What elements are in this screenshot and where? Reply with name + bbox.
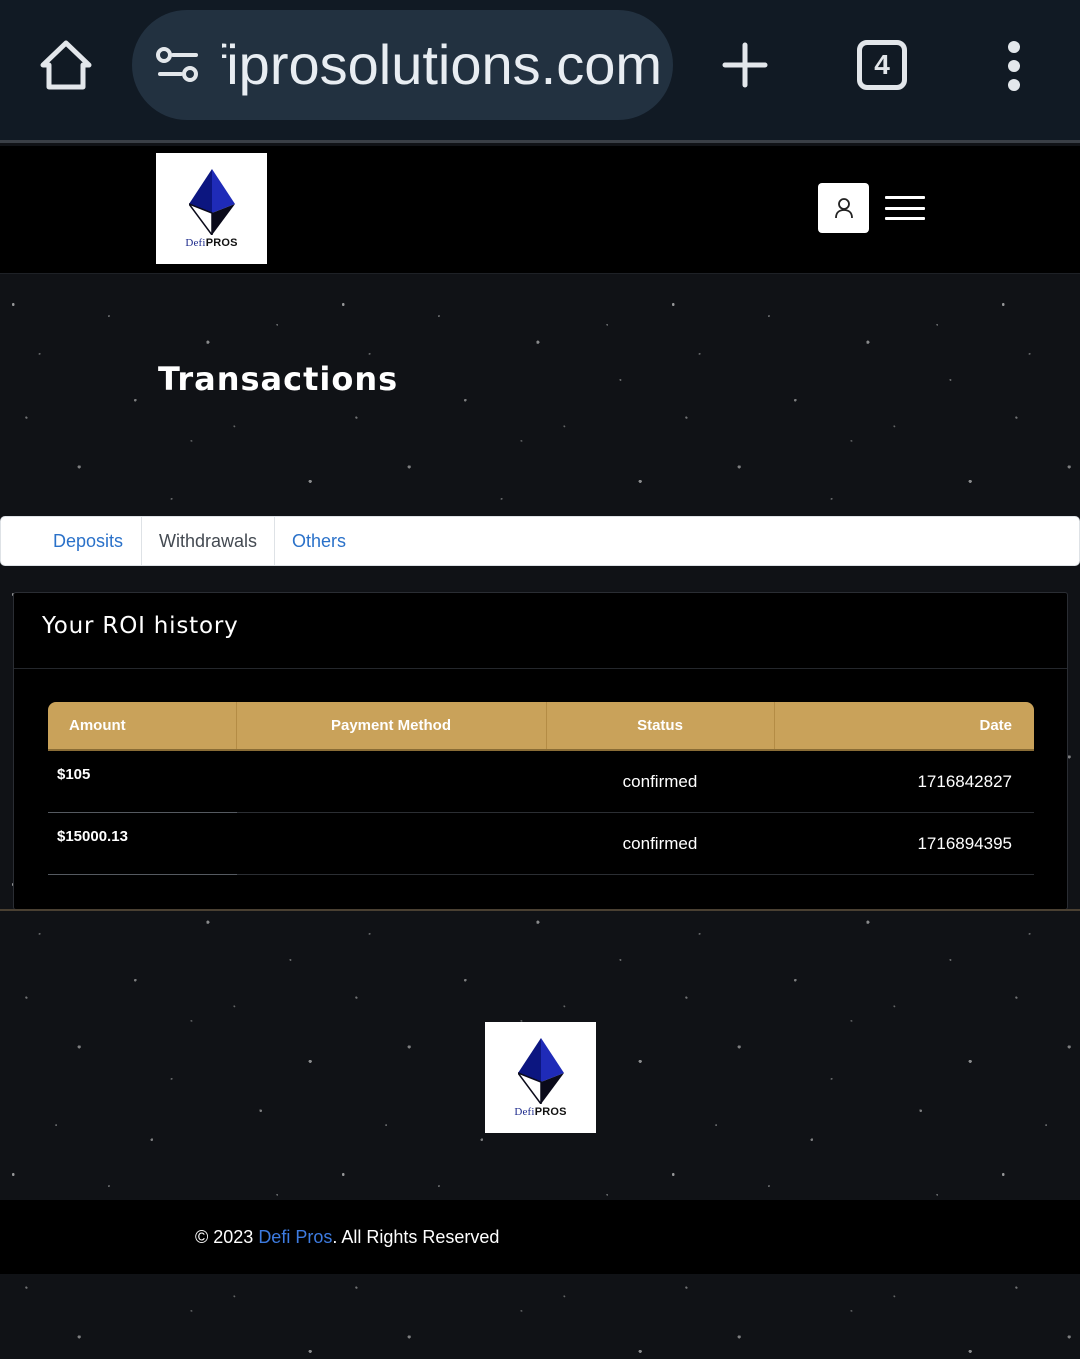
plus-icon — [722, 42, 768, 88]
table-row: $15000.13 confirmed 1716894395 — [48, 813, 1034, 875]
url-text[interactable]: defiprosolutions.com — [222, 10, 662, 120]
site-header: DefiPROS — [0, 146, 1080, 274]
site-settings-button[interactable] — [154, 44, 202, 86]
tab-deposits[interactable]: Deposits — [35, 516, 141, 566]
roi-table: Amount Payment Method Status Date $105 c… — [48, 702, 1034, 875]
column-header-payment-method: Payment Method — [330, 717, 451, 734]
browser-toolbar: defiprosolutions.com 4 — [0, 0, 1080, 143]
status-cell: confirmed — [622, 834, 698, 853]
amount-cell: $15000.13 — [48, 813, 237, 875]
column-header-status: Status — [637, 717, 683, 734]
copyright-text: © 2023 Defi Pros. All Rights Reserved — [195, 1227, 500, 1247]
ethereum-logo-icon — [517, 1037, 564, 1104]
column-header-amount: Amount — [69, 717, 126, 734]
payment-method-cell — [236, 813, 546, 875]
new-tab-button[interactable] — [716, 36, 774, 94]
date-cell: 1716842827 — [917, 772, 1012, 791]
date-cell: 1716894395 — [917, 834, 1012, 853]
tab-others[interactable]: Others — [275, 516, 363, 566]
footer-logo[interactable]: DefiPROS — [485, 1022, 596, 1133]
site-logo[interactable]: DefiPROS — [156, 153, 267, 264]
card-title: Your ROI history — [42, 613, 239, 639]
brand-link[interactable]: Defi Pros — [258, 1227, 332, 1247]
divider — [0, 909, 1080, 911]
user-icon — [834, 198, 853, 219]
hamburger-menu-button[interactable] — [883, 190, 927, 226]
logo-wordmark: DefiPROS — [514, 1105, 567, 1118]
tab-switcher-button[interactable]: 4 — [857, 40, 907, 90]
tab-count: 4 — [874, 49, 890, 80]
status-cell: confirmed — [622, 772, 698, 791]
amount-cell: $105 — [48, 751, 237, 813]
footer-bar: © 2023 Defi Pros. All Rights Reserved — [0, 1200, 1080, 1274]
roi-history-card: Your ROI history Amount Payment Method S… — [13, 592, 1068, 910]
home-icon — [40, 40, 92, 90]
column-header-date: Date — [979, 717, 1012, 734]
account-button[interactable] — [818, 183, 869, 233]
table-header: Amount Payment Method Status Date — [48, 702, 1034, 751]
ethereum-logo-icon — [188, 168, 235, 235]
page-title: Transactions — [158, 360, 399, 398]
more-vert-icon — [1008, 41, 1020, 91]
site-settings-icon — [156, 47, 198, 82]
hamburger-icon — [885, 196, 925, 199]
logo-wordmark: DefiPROS — [185, 236, 238, 249]
browser-menu-button[interactable] — [992, 36, 1036, 96]
transaction-tabs: Deposits Withdrawals Others — [0, 516, 1080, 566]
tab-withdrawals[interactable]: Withdrawals — [141, 516, 275, 566]
address-bar[interactable]: defiprosolutions.com — [132, 10, 673, 120]
home-button[interactable] — [34, 34, 98, 96]
card-header: Your ROI history — [14, 593, 1067, 669]
payment-method-cell — [236, 751, 546, 813]
table-row: $105 confirmed 1716842827 — [48, 751, 1034, 813]
